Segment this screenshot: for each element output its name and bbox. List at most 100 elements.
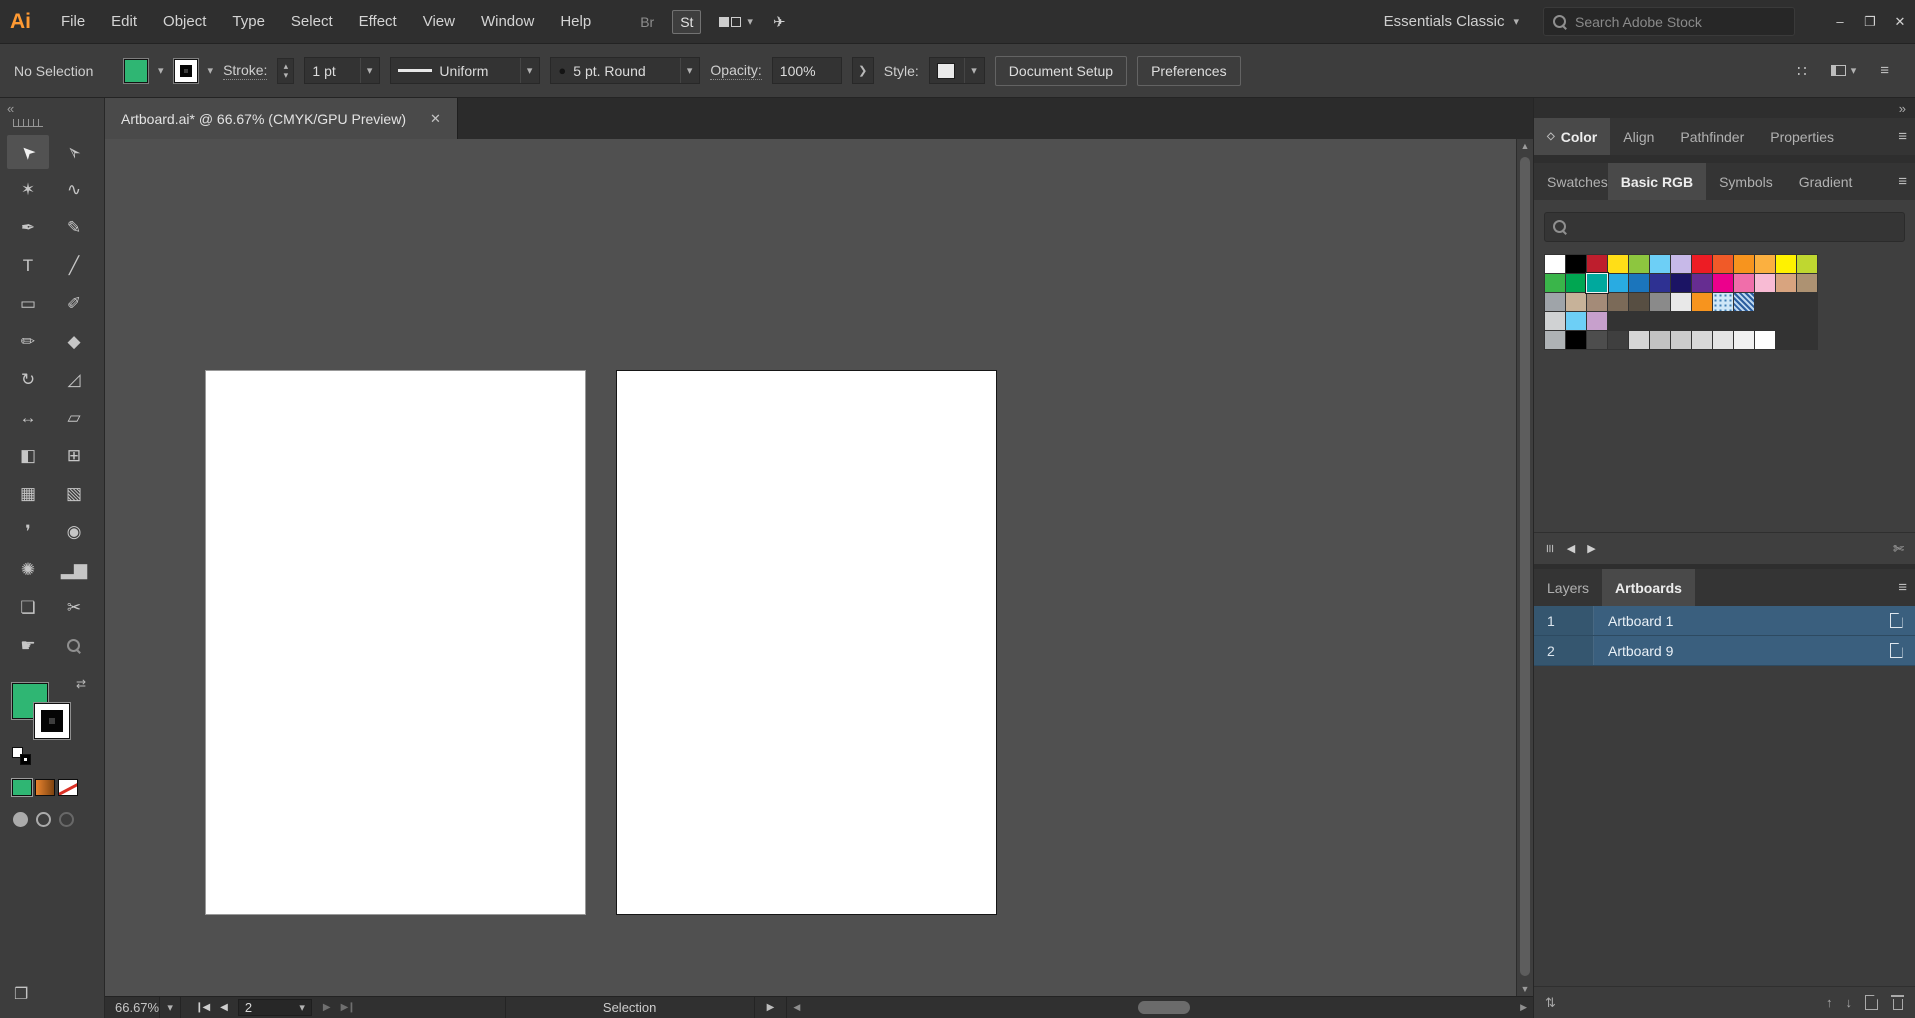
vertical-scrollbar[interactable]: ▲ ▼: [1516, 139, 1533, 996]
horizontal-scrollbar[interactable]: ◀ ▶: [786, 997, 1533, 1018]
swatch[interactable]: [1587, 274, 1607, 292]
artboard-tool[interactable]: ❏: [7, 591, 49, 625]
canvas[interactable]: ▲ ▼: [105, 139, 1533, 996]
tab-basic-rgb[interactable]: Basic RGB: [1607, 163, 1707, 200]
tab-color[interactable]: ◇ Color: [1534, 118, 1611, 155]
swatch[interactable]: [1692, 293, 1712, 311]
swatch[interactable]: [1587, 293, 1607, 311]
panel-menu-icon[interactable]: ≡: [1898, 173, 1907, 190]
swatch[interactable]: [1713, 331, 1733, 349]
stroke-proxy-swatch[interactable]: [34, 703, 70, 739]
stepper-down-icon[interactable]: ▾: [284, 70, 289, 80]
adobe-stock-search-input[interactable]: [1575, 13, 1785, 30]
swatch[interactable]: [1755, 274, 1775, 292]
perspective-grid-tool[interactable]: ⊞: [53, 439, 95, 473]
artboard-row-2[interactable]: 2 Artboard 9: [1534, 636, 1915, 666]
chevron-down-icon[interactable]: ▾: [359, 58, 372, 83]
swatch[interactable]: [1671, 331, 1691, 349]
swatch[interactable]: [1692, 255, 1712, 273]
artboard-row-icon-cell[interactable]: [1877, 606, 1915, 635]
type-tool[interactable]: T: [7, 249, 49, 283]
swatch[interactable]: [1566, 255, 1586, 273]
swatch[interactable]: [1713, 274, 1733, 292]
stroke-color-swatch[interactable]: [173, 58, 198, 83]
swatch[interactable]: [1566, 293, 1586, 311]
swatch[interactable]: [1650, 331, 1670, 349]
tab-symbols[interactable]: Symbols: [1706, 163, 1786, 200]
selection-tool[interactable]: ➤: [7, 135, 49, 169]
zoom-caret-icon[interactable]: ▾: [159, 997, 182, 1018]
free-transform-tool[interactable]: ▱: [53, 401, 95, 435]
artboard-row-name[interactable]: Artboard 9: [1594, 636, 1877, 665]
paintbrush-tool[interactable]: ✐: [53, 287, 95, 321]
stroke-weight-stepper[interactable]: ▴ ▾: [277, 57, 295, 84]
opacity-flyout-icon[interactable]: ❯: [851, 57, 874, 84]
swatch[interactable]: [1566, 274, 1586, 292]
draw-inside-icon[interactable]: [59, 812, 74, 827]
collapse-panel-icon[interactable]: «: [7, 101, 14, 116]
menu-file[interactable]: File: [48, 13, 98, 30]
collapse-dock-icon[interactable]: »: [1899, 101, 1906, 116]
status-menu-icon[interactable]: ▶: [767, 1002, 775, 1013]
stroke-weight-field[interactable]: 1 pt ▾: [304, 57, 381, 84]
width-profile-field[interactable]: Uniform ▾: [390, 57, 541, 84]
artboard-row-name[interactable]: Artboard 1: [1594, 606, 1877, 635]
menu-window[interactable]: Window: [468, 13, 547, 30]
last-artboard-icon[interactable]: ▶❙: [341, 1002, 356, 1013]
swatch[interactable]: [1545, 312, 1565, 330]
rectangle-tool[interactable]: ▭: [7, 287, 49, 321]
share-icon[interactable]: ✈: [773, 13, 786, 31]
next-library-icon[interactable]: ▶: [1587, 542, 1596, 555]
document-layout-icon[interactable]: [719, 16, 742, 27]
tab-gradient[interactable]: Gradient: [1786, 163, 1866, 200]
graphic-style-field[interactable]: ▾: [928, 57, 985, 84]
tab-pathfinder[interactable]: Pathfinder: [1667, 118, 1757, 155]
app-logo[interactable]: Ai: [10, 10, 48, 34]
previous-library-icon[interactable]: ◀: [1567, 542, 1576, 555]
blend-tool[interactable]: ◉: [53, 515, 95, 549]
stock-button[interactable]: St: [672, 9, 702, 34]
swatch[interactable]: [1545, 255, 1565, 273]
swatch[interactable]: [1776, 255, 1796, 273]
stroke-panel-link[interactable]: Stroke:: [223, 62, 268, 80]
fill-caret-icon[interactable]: ▾: [158, 64, 164, 77]
artboard-9[interactable]: [616, 370, 997, 915]
tab-properties[interactable]: Properties: [1757, 118, 1847, 155]
move-artboard-up-icon[interactable]: ↑: [1826, 995, 1833, 1010]
symbol-sprayer-tool[interactable]: ✺: [7, 553, 49, 587]
width-tool[interactable]: ↔: [7, 401, 49, 435]
swatch-search-input[interactable]: [1575, 218, 1896, 236]
swatch[interactable]: [1776, 274, 1796, 292]
restore-button[interactable]: ❐: [1855, 14, 1885, 30]
swatch[interactable]: [1734, 293, 1754, 311]
screen-mode-button[interactable]: ❐: [14, 984, 104, 1004]
swap-fill-stroke-icon[interactable]: ⇄: [76, 677, 86, 691]
document-setup-button[interactable]: Document Setup: [994, 55, 1128, 86]
opacity-field[interactable]: 100%: [771, 57, 842, 84]
hand-tool[interactable]: ☛: [7, 629, 49, 663]
scroll-up-icon[interactable]: ▲: [1517, 141, 1533, 151]
swatch[interactable]: [1629, 293, 1649, 311]
slice-tool[interactable]: ✂: [53, 591, 95, 625]
gradient-mode-button[interactable]: [35, 779, 55, 796]
swatch[interactable]: [1671, 274, 1691, 292]
swatch-libraries-icon[interactable]: ≡: [1541, 544, 1558, 553]
previous-artboard-icon[interactable]: ◀: [220, 1002, 228, 1013]
swatch[interactable]: [1713, 293, 1733, 311]
curvature-tool[interactable]: ✎: [53, 211, 95, 245]
swatch[interactable]: [1734, 331, 1754, 349]
swatch[interactable]: [1629, 255, 1649, 273]
swatch[interactable]: [1566, 331, 1586, 349]
move-artboard-down-icon[interactable]: ↓: [1846, 995, 1853, 1010]
stroke-caret-icon[interactable]: ▾: [208, 64, 214, 77]
arrange-documents-icon[interactable]: ▾: [1830, 64, 1856, 77]
preferences-button[interactable]: Preferences: [1137, 55, 1241, 86]
swatch[interactable]: [1734, 274, 1754, 292]
swatch[interactable]: [1587, 312, 1607, 330]
menu-effect[interactable]: Effect: [346, 13, 410, 30]
eyedropper-tool[interactable]: ❜: [7, 515, 49, 549]
swatch[interactable]: [1545, 331, 1565, 349]
lasso-tool[interactable]: ∿: [53, 173, 95, 207]
close-tab-icon[interactable]: ✕: [430, 111, 441, 127]
gradient-tool[interactable]: ▧: [53, 477, 95, 511]
